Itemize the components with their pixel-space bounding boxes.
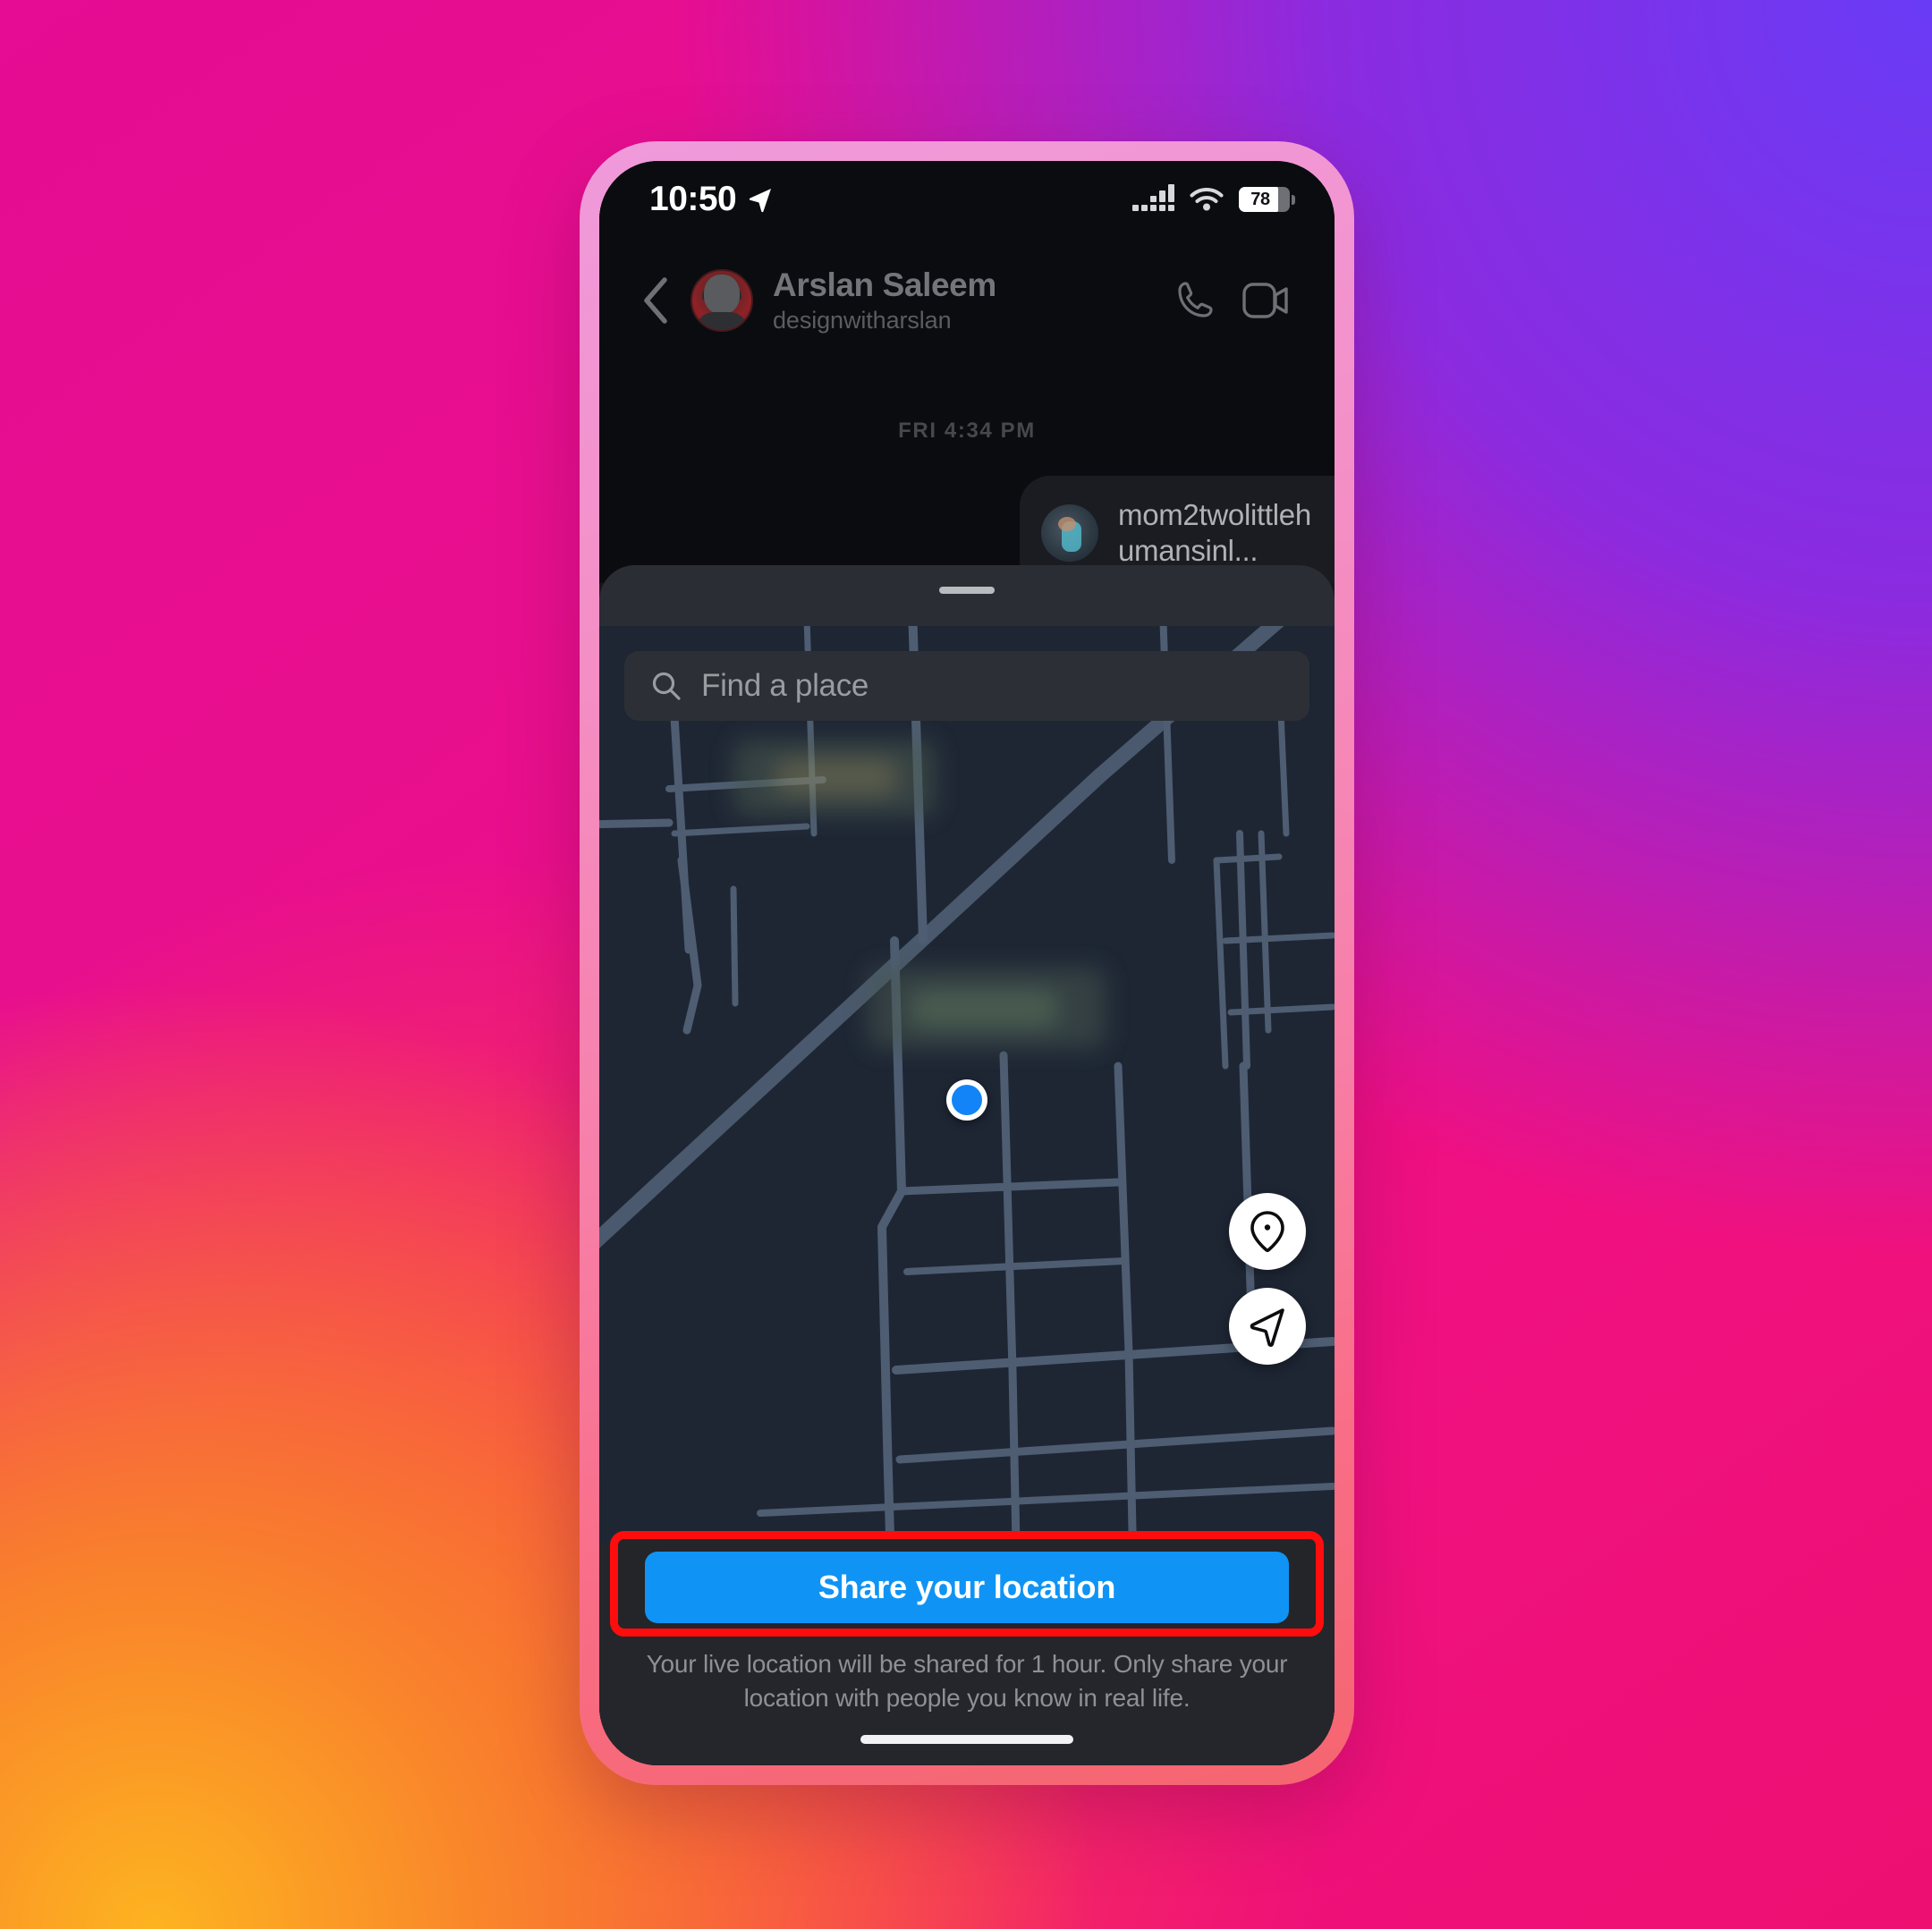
sheet-handle-zone[interactable]: [599, 565, 1335, 626]
phone-frame: Arslan Saleem designwitharslan FRI 4:34 …: [580, 141, 1354, 1785]
video-camera-icon: [1242, 283, 1288, 318]
wifi-icon: [1190, 187, 1224, 211]
phone-screen: Arslan Saleem designwitharslan FRI 4:34 …: [599, 161, 1335, 1765]
contact-username: designwitharslan: [773, 306, 952, 334]
map-pin-icon: [1250, 1211, 1284, 1253]
share-location-button[interactable]: Share your location: [645, 1552, 1289, 1623]
battery-level: 78: [1250, 189, 1270, 209]
share-location-panel: Share your location Your live location w…: [599, 1531, 1335, 1765]
search-icon: [652, 672, 681, 700]
shared-post-thumbnail: [1041, 504, 1098, 563]
contact-display-name: Arslan Saleem: [773, 266, 996, 303]
navigation-arrow-icon: [1250, 1308, 1284, 1347]
status-bar-left: 10:50: [649, 180, 774, 219]
cellular-signal-icon: [1132, 184, 1174, 211]
status-bar-right: 78: [1132, 184, 1295, 212]
search-input[interactable]: Find a place: [701, 668, 869, 704]
chevron-left-icon: [644, 277, 667, 324]
avatar[interactable]: [691, 269, 753, 332]
share-button-highlight: Share your location: [610, 1531, 1324, 1637]
share-location-label: Share your location: [818, 1569, 1116, 1605]
drop-pin-button[interactable]: [1229, 1193, 1306, 1270]
sheet-drag-handle[interactable]: [939, 587, 995, 594]
recenter-location-button[interactable]: [1229, 1288, 1306, 1365]
battery-icon: 78: [1239, 187, 1295, 212]
chat-title-block[interactable]: Arslan Saleem designwitharslan: [773, 267, 1150, 334]
phone-icon: [1178, 282, 1213, 317]
status-bar: 10:50 78: [599, 161, 1335, 238]
avatar-face: [704, 275, 740, 315]
chat-message-text: mom2twolittlehumansinl...: [1118, 498, 1311, 568]
chat-header: Arslan Saleem designwitharslan: [599, 254, 1335, 347]
audio-call-button[interactable]: [1166, 273, 1222, 328]
location-sharing-sheet: Find a place Share your location Your li…: [599, 565, 1335, 1765]
status-time: 10:50: [649, 180, 737, 218]
current-location-dot-inner: [952, 1085, 982, 1115]
search-input-container[interactable]: Find a place: [624, 651, 1309, 721]
avatar-body: [696, 312, 748, 330]
share-location-disclaimer: Your live location will be shared for 1 …: [646, 1650, 1288, 1713]
message-timestamp: FRI 4:34 PM: [898, 419, 1036, 443]
current-location-dot: [946, 1079, 987, 1121]
location-arrow-icon: [750, 189, 772, 213]
video-call-button[interactable]: [1238, 273, 1293, 328]
back-button[interactable]: [630, 275, 680, 326]
home-indicator[interactable]: [860, 1735, 1073, 1744]
